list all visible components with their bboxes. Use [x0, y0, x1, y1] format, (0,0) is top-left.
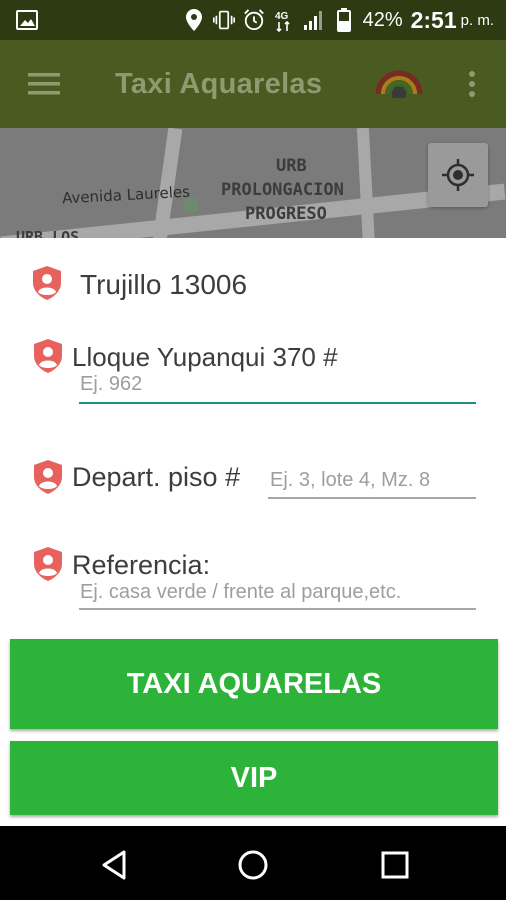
map-urb-label-2: PROLONGACION [221, 180, 344, 200]
network-4g-icon: 4G [273, 9, 295, 32]
my-location-icon[interactable] [428, 143, 488, 207]
taxi-aquarelas-button[interactable]: TAXI AQUARELAS [10, 639, 498, 729]
screen: 4G 42% 2:51 p. m. Taxi Aquarelas Avenida… [0, 0, 506, 900]
location-pin-icon [32, 338, 64, 374]
apartment-input[interactable]: Ej. 3, lote 4, Mz. 8 [270, 469, 430, 492]
image-icon [16, 9, 38, 31]
hamburger-menu-icon[interactable] [0, 40, 88, 128]
app-toolbar: Taxi Aquarelas [0, 40, 506, 128]
address-form: Trujillo 13006 Lloque Yupanqui 370 # Ej.… [0, 238, 506, 826]
app-title: Taxi Aquarelas [115, 67, 323, 100]
map-urb-label-1: URB [276, 156, 307, 176]
reference-input[interactable]: Ej. casa verde / frente al parque,etc. [80, 581, 401, 604]
location-icon [183, 9, 205, 31]
map-urb-label-3: PROGRESO [245, 204, 327, 224]
address-number-input[interactable]: Ej. 962 [80, 373, 142, 396]
status-bar: 4G 42% 2:51 p. m. [0, 0, 506, 40]
apartment-label: Depart. piso # [72, 462, 241, 492]
city-label: Trujillo 13006 [80, 269, 248, 300]
apartment-input-underline [268, 497, 476, 499]
location-pin-icon [31, 265, 63, 301]
location-pin-icon [32, 459, 64, 495]
signal-icon [303, 9, 325, 31]
home-icon[interactable] [233, 845, 273, 885]
clock-time: 2:51 [410, 6, 457, 33]
location-pin-icon [32, 546, 64, 582]
clock-ampm: p. m. [460, 11, 494, 29]
navigation-bar [0, 826, 506, 900]
battery-icon [333, 8, 355, 32]
battery-percent: 42% [362, 8, 403, 31]
vip-button[interactable]: VIP [10, 741, 498, 815]
address-label: Lloque Yupanqui 370 # [72, 342, 338, 372]
svg-text:4G: 4G [275, 11, 289, 22]
recents-icon[interactable] [375, 845, 415, 885]
taxi-logo-icon [374, 58, 424, 108]
reference-label: Referencia: [72, 550, 211, 580]
vibrate-icon [212, 9, 235, 31]
more-vert-icon[interactable] [450, 62, 494, 106]
address-input-underline [79, 402, 476, 404]
reference-input-underline [79, 608, 476, 610]
back-icon[interactable] [94, 845, 134, 885]
alarm-icon [243, 9, 265, 31]
